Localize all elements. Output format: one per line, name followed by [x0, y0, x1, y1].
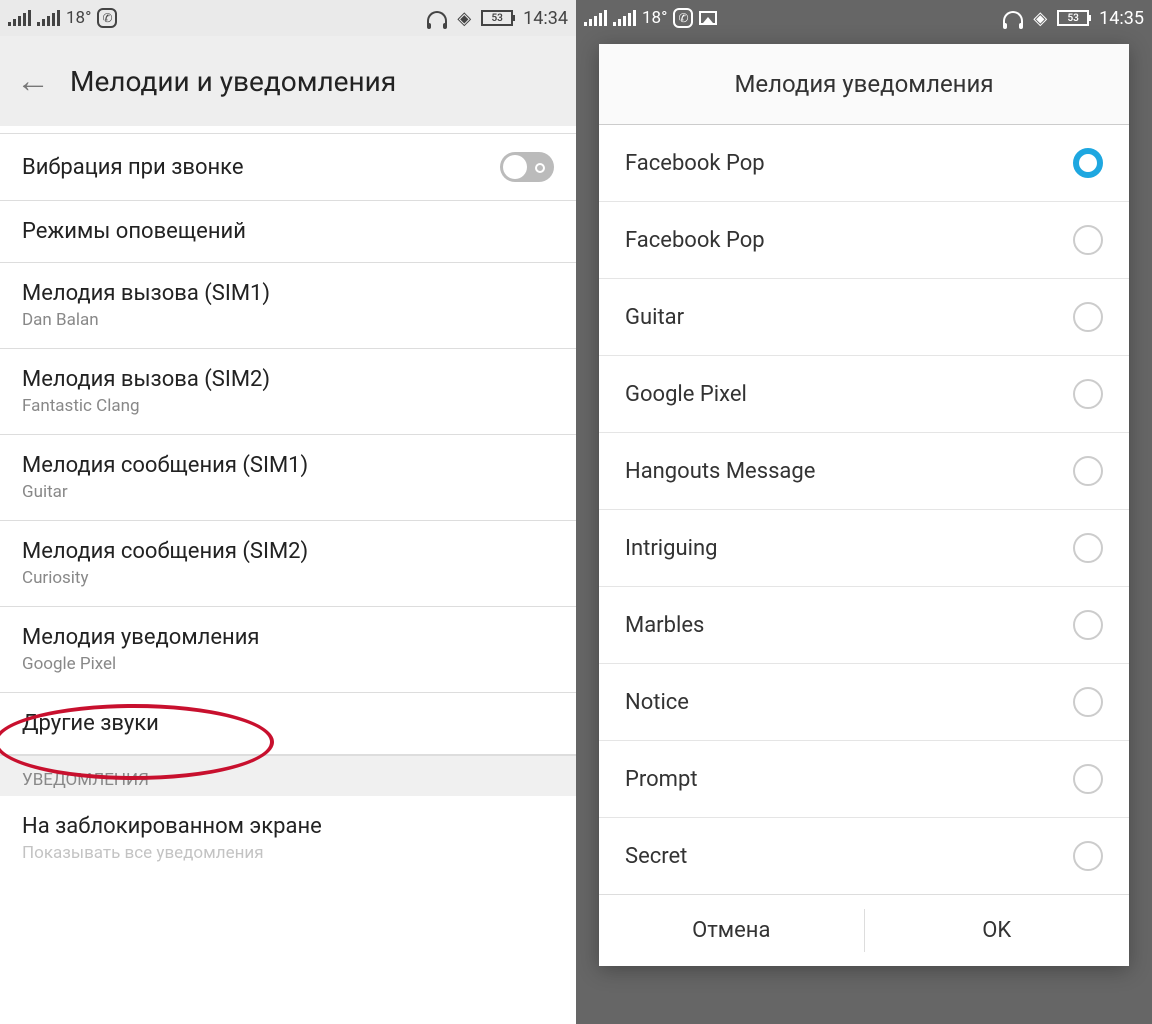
ok-button[interactable]: OK	[865, 895, 1130, 966]
titlebar: ← Мелодии и уведомления	[0, 36, 576, 126]
option-row[interactable]: Facebook Pop	[599, 125, 1129, 202]
row-label: Режимы оповещений	[22, 219, 554, 244]
option-row[interactable]: Intriguing	[599, 510, 1129, 587]
option-label: Secret	[625, 844, 1073, 869]
viber-icon: ✆	[97, 8, 117, 28]
row-sim2-msg[interactable]: Мелодия сообщения (SIM2) Curiosity	[0, 521, 576, 607]
radio-icon[interactable]	[1073, 764, 1103, 794]
row-label: Мелодия вызова (SIM2)	[22, 367, 554, 392]
row-label: Вибрация при звонке	[22, 155, 500, 180]
radio-icon[interactable]	[1073, 533, 1103, 563]
option-row[interactable]: Notice	[599, 664, 1129, 741]
option-row[interactable]: Secret	[599, 818, 1129, 894]
settings-list: Вибрация при звонке Режимы оповещений Ме…	[0, 134, 576, 867]
row-label: Мелодия сообщения (SIM2)	[22, 539, 554, 564]
radio-icon[interactable]	[1073, 225, 1103, 255]
signal-icon	[8, 10, 31, 26]
option-row[interactable]: Hangouts Message	[599, 433, 1129, 510]
dialog-title: Мелодия уведомления	[599, 44, 1129, 125]
row-label: Мелодия уведомления	[22, 625, 554, 650]
radio-icon[interactable]	[1073, 302, 1103, 332]
radio-icon[interactable]	[1073, 687, 1103, 717]
option-row[interactable]: Facebook Pop	[599, 202, 1129, 279]
option-row[interactable]: Prompt	[599, 741, 1129, 818]
option-label: Guitar	[625, 305, 1073, 330]
temperature: 18°	[66, 8, 91, 28]
page-title: Мелодии и уведомления	[70, 65, 396, 98]
row-sub: Fantastic Clang	[22, 396, 554, 416]
row-other-sounds[interactable]: Другие звуки	[0, 693, 576, 755]
option-label: Prompt	[625, 767, 1073, 792]
radio-icon[interactable]	[1073, 841, 1103, 871]
radio-icon[interactable]	[1073, 610, 1103, 640]
option-label: Facebook Pop	[625, 151, 1073, 176]
section-notifications: УВЕДОМЛЕНИЯ	[0, 755, 576, 796]
cancel-button[interactable]: Отмена	[599, 895, 864, 966]
option-label: Marbles	[625, 613, 1073, 638]
option-row[interactable]: Marbles	[599, 587, 1129, 664]
row-notification-sound[interactable]: Мелодия уведомления Google Pixel	[0, 607, 576, 693]
row-sub: Google Pixel	[22, 654, 554, 674]
row-sub: Curiosity	[22, 568, 554, 588]
option-label: Notice	[625, 690, 1073, 715]
row-sub: Dan Balan	[22, 310, 554, 330]
row-alert-modes[interactable]: Режимы оповещений	[0, 201, 576, 263]
row-sub: Показывать все уведомления	[22, 843, 554, 863]
option-label: Google Pixel	[625, 382, 1073, 407]
options-list: Facebook Pop Facebook Pop Guitar Google Pix…	[599, 125, 1129, 894]
headphones-icon	[427, 11, 447, 25]
dialog-overlay: Мелодия уведомления Facebook PopFacebook…	[576, 0, 1152, 1024]
option-row[interactable]: Guitar	[599, 279, 1129, 356]
battery-icon: 53	[481, 10, 513, 26]
back-icon[interactable]: ←	[16, 61, 50, 101]
row-label: Другие звуки	[22, 711, 554, 736]
row-vibrate[interactable]: Вибрация при звонке	[0, 134, 576, 201]
option-row[interactable]: Google Pixel	[599, 356, 1129, 433]
radio-icon[interactable]	[1073, 456, 1103, 486]
clock: 14:34	[523, 8, 568, 29]
toggle-vibrate[interactable]	[500, 152, 554, 182]
radio-icon[interactable]	[1073, 148, 1103, 178]
option-label: Hangouts Message	[625, 459, 1073, 484]
radio-icon[interactable]	[1073, 379, 1103, 409]
phone-left: 18° ✆ ◈ 53 14:34 ← Мелодии и уведомления…	[0, 0, 576, 1024]
option-label: Intriguing	[625, 536, 1073, 561]
row-peek	[0, 126, 576, 134]
dialog-buttons: Отмена OK	[599, 894, 1129, 966]
ringtone-dialog: Мелодия уведомления Facebook PopFacebook…	[599, 44, 1129, 966]
statusbar-left: 18° ✆ ◈ 53 14:34	[0, 0, 576, 36]
row-sim2-call[interactable]: Мелодия вызова (SIM2) Fantastic Clang	[0, 349, 576, 435]
row-label: На заблокированном экране	[22, 814, 554, 839]
row-sub: Guitar	[22, 482, 554, 502]
signal-icon	[37, 10, 60, 26]
row-label: Мелодия вызова (SIM1)	[22, 281, 554, 306]
wifi-icon: ◈	[457, 8, 471, 29]
phone-right: 18° ✆ ◈ 53 14:35 Мелодия уведомления Fac…	[576, 0, 1152, 1024]
row-lockscreen[interactable]: На заблокированном экране Показывать все…	[0, 796, 576, 867]
row-label: Мелодия сообщения (SIM1)	[22, 453, 554, 478]
row-sim1-call[interactable]: Мелодия вызова (SIM1) Dan Balan	[0, 263, 576, 349]
row-sim1-msg[interactable]: Мелодия сообщения (SIM1) Guitar	[0, 435, 576, 521]
battery-level: 53	[491, 13, 502, 24]
option-label: Facebook Pop	[625, 228, 1073, 253]
